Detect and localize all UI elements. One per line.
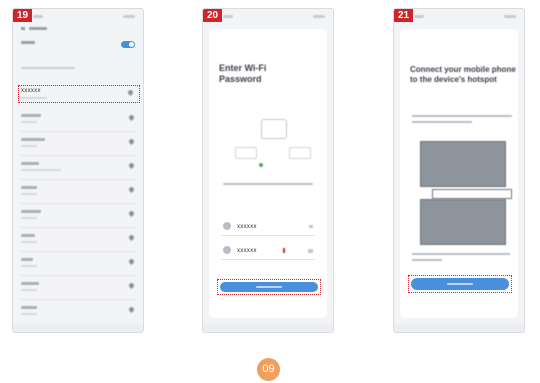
wifi-signal-icon [127,257,136,266]
wifi-signal-icon [127,137,136,146]
step-number-badge: 19 [13,9,33,22]
password-card: Enter Wi-Fi Password xxxxxx xxxxxx [209,29,327,318]
nav-bar [394,324,524,332]
status-bar [215,15,325,19]
page-number-badge: 09 [257,358,280,381]
selected-network-highlight [18,85,140,103]
connect-button-highlight [408,275,512,293]
phone-settings-illustration [420,199,506,245]
status-bar [406,15,516,19]
network-row[interactable] [19,229,137,252]
hotspot-name-box [432,189,512,199]
step-number-badge: 21 [394,9,414,22]
phone-settings-illustration [420,141,506,187]
hint-text [412,253,510,255]
nav-bar [13,324,143,332]
nav-bar [203,324,333,332]
eye-icon[interactable] [308,249,313,253]
wifi-signal-icon [127,209,136,218]
network-row[interactable] [19,133,137,156]
wlan-label [21,41,35,44]
wifi-icon [223,222,231,230]
status-bar [25,15,135,19]
available-networks-label [21,67,75,69]
step-21-hotspot-screen: 21 Connect your mobile phone to the devi… [393,8,525,333]
step-20-password-screen: 20 Enter Wi-Fi Password xxxxxx xxxxxx [202,8,334,333]
wifi-signal-icon [127,185,136,194]
step-number-badge: 20 [203,9,223,22]
check-icon [259,163,263,167]
wifi-signal-icon [127,233,136,242]
device-icon [289,147,311,159]
instruction-text [412,115,512,117]
page-title: Connect your mobile phone to the device'… [410,65,516,84]
network-row[interactable] [19,277,137,300]
wifi-signal-icon [127,113,136,122]
password-field[interactable]: xxxxxx [221,243,315,260]
network-row[interactable] [19,181,137,204]
ssid-field[interactable]: xxxxxx [221,219,315,236]
wifi-toggle[interactable] [121,41,135,48]
wifi-signal-icon [127,161,136,170]
page-title: Enter Wi-Fi Password [219,63,267,84]
network-row[interactable] [19,301,137,323]
device-icon [235,147,257,159]
instruction-text [223,183,313,185]
wifi-signal-icon [127,305,136,314]
wifi-signal-icon [127,281,136,290]
lock-icon [223,246,231,254]
network-row[interactable] [19,205,137,228]
network-row[interactable] [19,109,137,132]
chevron-right-icon [309,225,313,228]
network-row[interactable] [19,157,137,180]
step-19-wifi-list-screen: 19 xxxxxx [12,8,144,333]
network-row[interactable] [19,253,137,276]
text-cursor [283,248,285,253]
router-icon [261,119,287,139]
next-button-highlight [217,279,321,295]
